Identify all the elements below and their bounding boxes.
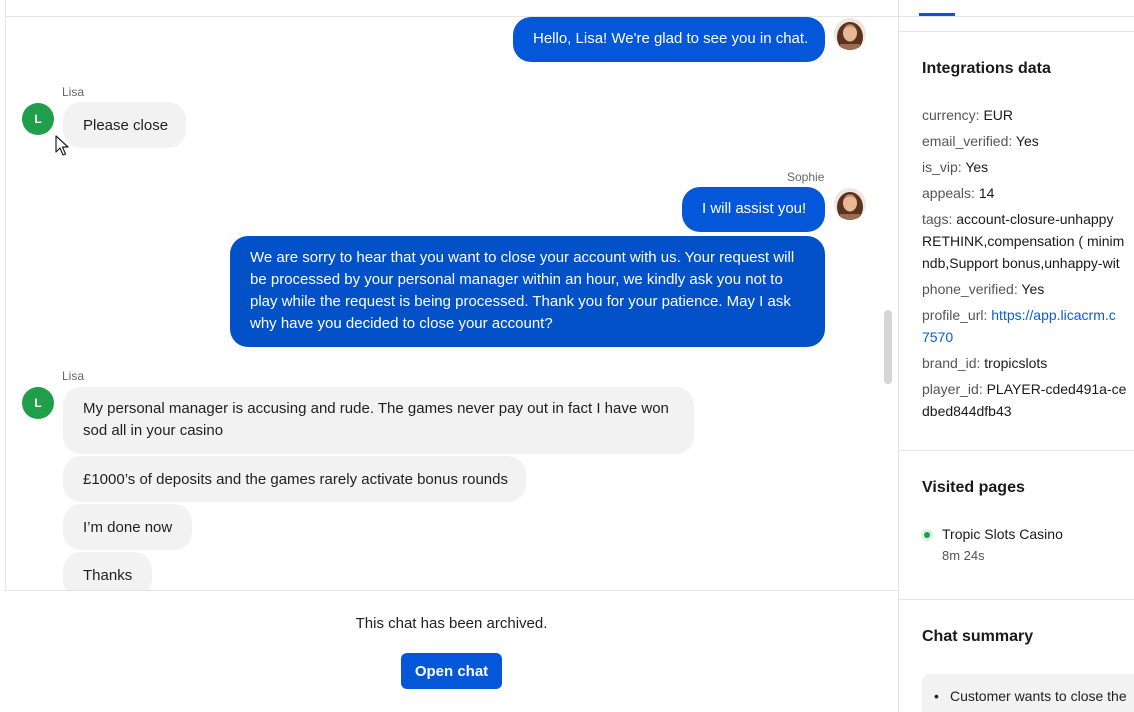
agent-message: We are sorry to hear that you want to cl… bbox=[230, 236, 825, 347]
customer-message: Please close bbox=[63, 102, 186, 148]
agent-avatar bbox=[834, 188, 866, 220]
customer-message: I’m done now bbox=[63, 504, 192, 550]
message-text: I’m done now bbox=[83, 519, 173, 536]
chat-panel: Hello, Lisa! We're glad to see you in ch… bbox=[0, 0, 898, 712]
online-status-icon bbox=[921, 529, 933, 541]
summary-item: Customer wants to close the bbox=[934, 688, 1127, 704]
field-profile-url: profile_url: https://app.licacrm.c 7570 bbox=[922, 307, 1116, 345]
chat-summary-box: Customer wants to close the bbox=[922, 674, 1134, 712]
chat-summary-title: Chat summary bbox=[922, 628, 1034, 645]
field-currency: currency: EUR bbox=[922, 107, 1014, 123]
customer-avatar: L bbox=[22, 387, 54, 419]
field-is-vip: is_vip: Yes bbox=[922, 159, 989, 175]
agent-message: I will assist you! bbox=[682, 187, 825, 232]
archived-notice: This chat has been archived. bbox=[355, 615, 548, 632]
message-text: Please close bbox=[83, 117, 169, 134]
sender-name: Sophie bbox=[787, 170, 825, 184]
visited-pages-title: Visited pages bbox=[922, 479, 1025, 496]
mouse-cursor-icon bbox=[55, 135, 69, 156]
chat-scrollbar[interactable] bbox=[884, 310, 892, 384]
profile-url-link-cont[interactable]: 7570 bbox=[922, 329, 953, 345]
agent-avatar bbox=[834, 18, 866, 50]
message-text: We are sorry to hear that you want to cl… bbox=[250, 249, 795, 332]
customer-message: My personal manager is accusing and rude… bbox=[63, 387, 694, 454]
field-phone-verified: phone_verified: Yes bbox=[922, 281, 1045, 297]
visited-page-duration: 8m 24s bbox=[942, 548, 985, 563]
field-email-verified: email_verified: Yes bbox=[922, 133, 1039, 149]
customer-avatar: L bbox=[22, 103, 54, 135]
field-appeals: appeals: 14 bbox=[922, 185, 995, 201]
message-text: Thanks bbox=[83, 567, 133, 584]
profile-url-link[interactable]: https://app.licacrm.c bbox=[991, 307, 1116, 323]
details-panel: Integrations data currency: EUR email_ve… bbox=[898, 0, 1134, 712]
sender-name: Lisa bbox=[62, 85, 85, 99]
customer-message: £1000’s of deposits and the games rarely… bbox=[63, 456, 526, 502]
integrations-title: Integrations data bbox=[922, 60, 1051, 77]
field-brand-id: brand_id: tropicslots bbox=[922, 355, 1048, 371]
message-text: My personal manager is accusing and rude… bbox=[83, 400, 669, 439]
message-text: I will assist you! bbox=[702, 200, 807, 217]
agent-message: Hello, Lisa! We're glad to see you in ch… bbox=[513, 17, 825, 62]
sender-name: Lisa bbox=[62, 369, 85, 383]
field-tags: tags: account-closure-unhappy RETHINK,co… bbox=[922, 211, 1125, 271]
message-text: £1000’s of deposits and the games rarely… bbox=[83, 471, 508, 488]
field-player-id: player_id: PLAYER-cded491a-ce dbed844dfb… bbox=[922, 381, 1127, 419]
message-text: Hello, Lisa! We're glad to see you in ch… bbox=[533, 30, 809, 47]
chat-footer: This chat has been archived. Open chat bbox=[5, 590, 898, 712]
open-chat-button[interactable]: Open chat bbox=[401, 653, 502, 689]
visited-page-name: Tropic Slots Casino bbox=[942, 526, 1063, 542]
